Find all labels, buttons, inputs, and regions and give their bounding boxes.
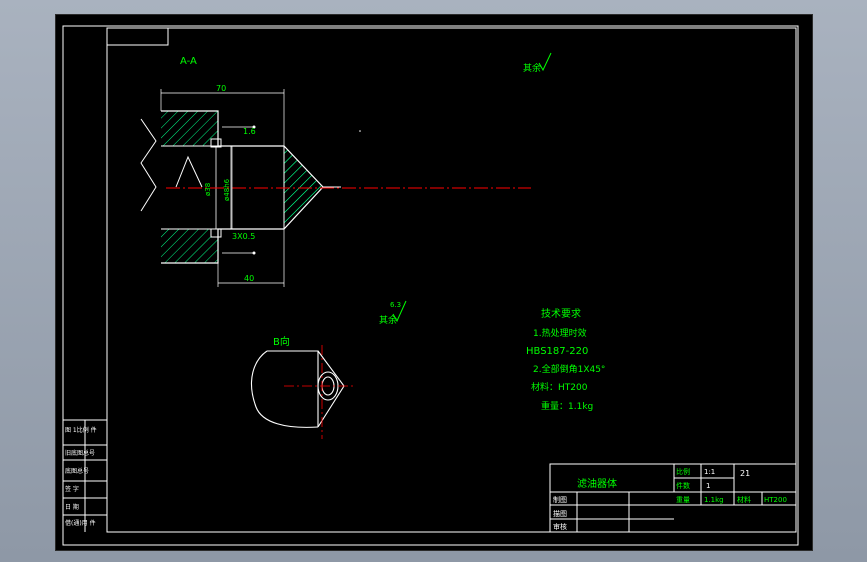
strip-row-3: 底图总号 xyxy=(65,467,89,475)
tech-line-4: 材料：HT200 xyxy=(531,381,588,393)
dim-dia38: ø38 xyxy=(204,183,212,196)
qty-value: 1 xyxy=(706,482,710,490)
roughness-top-mark: 其余 xyxy=(523,62,541,74)
dim-dia48: ø48h6 xyxy=(223,178,231,201)
strip-row-1: 图 1比例 件 xyxy=(65,426,97,434)
title-block xyxy=(549,463,797,533)
dim-70: 70 xyxy=(216,84,226,93)
inner-frame xyxy=(106,27,797,533)
dim-groove: 3X0.5 xyxy=(232,232,255,241)
checked-label: 审核 xyxy=(553,522,567,531)
weight-value: 1.1kg xyxy=(704,496,724,504)
weight-label: 重量 xyxy=(676,496,690,504)
scale-label: 比例 xyxy=(676,467,690,476)
qty-label: 件数 xyxy=(676,481,690,490)
strip-row-2: 旧底图总号 xyxy=(65,449,95,457)
section-view xyxy=(140,110,531,264)
left-strip xyxy=(63,419,107,532)
tech-title: 技术要求 xyxy=(541,307,581,320)
view-b-label: B向 xyxy=(273,335,290,348)
material-value: HT200 xyxy=(764,496,787,504)
drawing-number: 21 xyxy=(740,469,750,478)
roughness-mid-value: 6.3 xyxy=(390,301,401,309)
drawn-label: 制图 xyxy=(553,495,567,504)
cad-viewport[interactable]: 图 1比例 件 旧底图总号 底图总号 签 字 日 期 借(通)用 件 A-A 7… xyxy=(55,14,813,551)
tech-line-3: 2.全部倒角1X45° xyxy=(533,363,605,375)
material-label: 材料 xyxy=(737,495,751,504)
top-left-label-box xyxy=(106,27,169,46)
scale-value: 1:1 xyxy=(704,468,715,476)
tech-line-5: 重量：1.1kg xyxy=(541,400,593,412)
designed-label: 描图 xyxy=(553,509,567,518)
dim-chamfer: 1.6 xyxy=(243,127,256,136)
strip-row-5: 日 期 xyxy=(65,503,79,511)
strip-row-4: 签 字 xyxy=(65,485,79,493)
part-name: 滤油器体 xyxy=(577,477,617,490)
tech-line-2: HBS187-220 xyxy=(526,346,588,357)
section-label: A-A xyxy=(180,56,197,67)
tech-requirements: 技术要求 1.热处理时效 HBS187-220 2.全部倒角1X45° 材料：H… xyxy=(526,307,605,412)
drawing-canvas: 图 1比例 件 旧底图总号 底图总号 签 字 日 期 借(通)用 件 A-A 7… xyxy=(62,25,799,546)
tech-line-1: 1.热处理时效 xyxy=(533,327,587,339)
dim-40: 40 xyxy=(244,274,254,283)
view-b xyxy=(250,350,345,428)
strip-row-6: 借(通)用 件 xyxy=(65,519,96,527)
